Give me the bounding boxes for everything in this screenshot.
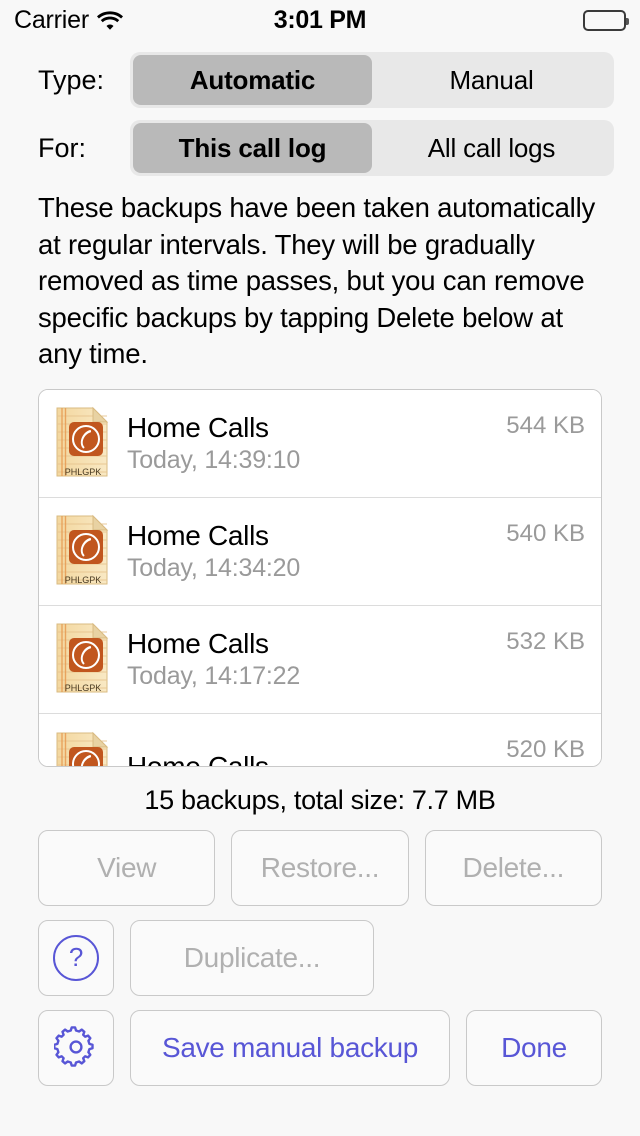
- backup-timestamp: Today, 14:34:20: [127, 554, 496, 583]
- backup-size: 540 KB: [506, 520, 585, 548]
- view-button[interactable]: View: [38, 830, 215, 906]
- scope-filter-label: For:: [38, 133, 130, 164]
- row-text: Home Calls Today, 14:17:22: [127, 628, 496, 691]
- segment-automatic[interactable]: Automatic: [133, 55, 372, 105]
- status-bar: Carrier 3:01 PM: [0, 0, 640, 40]
- action-row-primary: View Restore... Delete...: [0, 830, 640, 906]
- scope-filter-row: For: This call log All call logs: [0, 120, 640, 176]
- backup-title: Home Calls: [127, 520, 496, 552]
- done-button[interactable]: Done: [466, 1010, 602, 1086]
- row-text: Home Calls: [127, 751, 496, 766]
- restore-button[interactable]: Restore...: [231, 830, 408, 906]
- backup-title: Home Calls: [127, 751, 496, 766]
- action-row-secondary: ? Duplicate...: [0, 920, 640, 996]
- table-row[interactable]: PHLGPK Home Calls 520 KB: [39, 714, 601, 766]
- backup-title: Home Calls: [127, 628, 496, 660]
- segment-this-call-log[interactable]: This call log: [133, 123, 372, 173]
- scope-segmented-control[interactable]: This call log All call logs: [130, 120, 614, 176]
- table-row[interactable]: PHLGPK Home Calls Today, 14:34:20 540 KB: [39, 498, 601, 606]
- backup-timestamp: Today, 14:17:22: [127, 662, 496, 691]
- type-filter-label: Type:: [38, 65, 130, 96]
- row-text: Home Calls Today, 14:34:20: [127, 520, 496, 583]
- help-button[interactable]: ?: [38, 920, 114, 996]
- backup-size: 544 KB: [506, 412, 585, 440]
- description-text: These backups have been taken automatica…: [0, 176, 640, 373]
- backup-list[interactable]: PHLGPK Home Calls Today, 14:39:10 544 KB: [38, 389, 602, 767]
- segment-manual[interactable]: Manual: [372, 55, 611, 105]
- type-segmented-control[interactable]: Automatic Manual: [130, 52, 614, 108]
- icon-extension-label: PHLGPK: [65, 575, 102, 585]
- call-log-document-icon: PHLGPK: [53, 731, 113, 766]
- table-row[interactable]: PHLGPK Home Calls Today, 14:17:22 532 KB: [39, 606, 601, 714]
- backup-summary: 15 backups, total size: 7.7 MB: [0, 767, 640, 816]
- row-spacer: [390, 920, 602, 996]
- backup-title: Home Calls: [127, 412, 496, 444]
- delete-button[interactable]: Delete...: [425, 830, 602, 906]
- question-mark-icon: ?: [53, 935, 99, 981]
- backup-size: 520 KB: [506, 736, 585, 764]
- backup-timestamp: Today, 14:39:10: [127, 446, 496, 475]
- call-log-document-icon: PHLGPK: [53, 622, 113, 696]
- call-log-document-icon: PHLGPK: [53, 514, 113, 588]
- app-screen: Carrier 3:01 PM Type: Automatic Manual F…: [0, 0, 640, 1136]
- carrier-label: Carrier: [14, 6, 89, 35]
- wifi-icon: [97, 11, 123, 30]
- segment-all-call-logs[interactable]: All call logs: [372, 123, 611, 173]
- settings-button[interactable]: [38, 1010, 114, 1086]
- type-filter-row: Type: Automatic Manual: [0, 52, 640, 108]
- backup-list-scroll[interactable]: PHLGPK Home Calls Today, 14:39:10 544 KB: [39, 390, 601, 766]
- table-row[interactable]: PHLGPK Home Calls Today, 14:39:10 544 KB: [39, 390, 601, 498]
- gear-icon: [54, 1026, 98, 1070]
- battery-icon: [583, 10, 626, 31]
- save-manual-backup-button[interactable]: Save manual backup: [130, 1010, 450, 1086]
- call-log-document-icon: PHLGPK: [53, 406, 113, 480]
- status-bar-right: [583, 10, 626, 31]
- row-text: Home Calls Today, 14:39:10: [127, 412, 496, 475]
- duplicate-button[interactable]: Duplicate...: [130, 920, 374, 996]
- icon-extension-label: PHLGPK: [65, 467, 102, 477]
- action-row-tertiary: Save manual backup Done: [0, 1010, 640, 1086]
- icon-extension-label: PHLGPK: [65, 683, 102, 693]
- backup-size: 532 KB: [506, 628, 585, 656]
- status-bar-left: Carrier: [14, 6, 123, 35]
